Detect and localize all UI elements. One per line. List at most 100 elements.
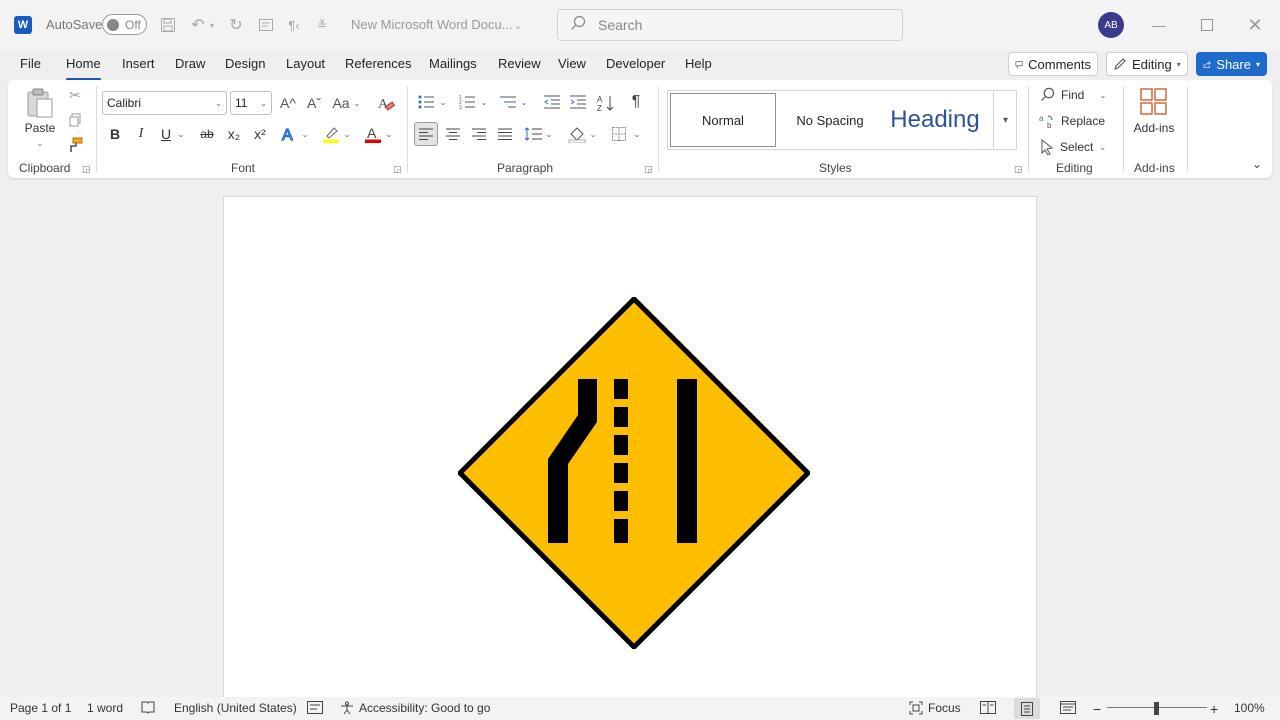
find-button[interactable]: Find: [1040, 87, 1084, 102]
superscript-icon[interactable]: x²: [251, 124, 269, 144]
save-icon[interactable]: [158, 14, 178, 36]
change-case-dropdown-icon[interactable]: ⌄: [352, 93, 362, 113]
increase-indent-icon[interactable]: [568, 92, 588, 112]
clipboard-launcher-icon[interactable]: ◲: [82, 164, 91, 175]
user-avatar[interactable]: AB: [1098, 12, 1124, 38]
style-normal[interactable]: Normal: [670, 93, 776, 147]
document-page[interactable]: [223, 196, 1037, 700]
undo-icon[interactable]: ↶: [188, 14, 208, 36]
strikethrough-icon[interactable]: ab: [198, 124, 216, 144]
read-mode-icon[interactable]: [980, 701, 996, 714]
comments-button[interactable]: Comments: [1008, 52, 1098, 76]
tab-view[interactable]: View: [558, 56, 586, 71]
italic-icon[interactable]: I: [133, 124, 149, 144]
style-heading[interactable]: Heading: [882, 93, 988, 147]
language-indicator[interactable]: English (United States): [174, 701, 297, 715]
search-box[interactable]: [557, 9, 903, 41]
web-layout-icon[interactable]: [1060, 701, 1076, 714]
print-preview-icon[interactable]: [256, 14, 276, 36]
shrink-font-icon[interactable]: Aˇ: [304, 93, 324, 113]
tab-help[interactable]: Help: [685, 56, 712, 71]
align-right-icon[interactable]: [468, 123, 490, 145]
multilevel-dropdown-icon[interactable]: ⌄: [519, 92, 529, 112]
paste-dropdown-icon[interactable]: ⌄: [32, 137, 48, 149]
customize-toolbar-icon[interactable]: ≚: [312, 14, 332, 36]
underline-dropdown-icon[interactable]: ⌄: [176, 124, 186, 144]
justify-icon[interactable]: [494, 123, 516, 145]
tab-home[interactable]: Home: [66, 56, 101, 81]
numbering-dropdown-icon[interactable]: ⌄: [479, 92, 489, 112]
text-effects-dropdown-icon[interactable]: ⌄: [300, 124, 310, 144]
highlight-dropdown-icon[interactable]: ⌄: [342, 124, 352, 144]
align-left-icon[interactable]: [414, 122, 438, 146]
predictions-icon[interactable]: [307, 701, 323, 714]
close-icon[interactable]: ✕: [1240, 10, 1270, 40]
tab-mailings[interactable]: Mailings: [429, 56, 477, 71]
tab-file[interactable]: File: [20, 56, 41, 71]
shading-icon[interactable]: [566, 123, 588, 145]
decrease-indent-icon[interactable]: [542, 92, 562, 112]
subscript-icon[interactable]: x₂: [225, 124, 243, 144]
collapse-ribbon-icon[interactable]: ⌄: [1248, 156, 1266, 172]
lane-ends-warning-sign-image[interactable]: [458, 297, 810, 649]
underline-icon[interactable]: U: [158, 124, 174, 144]
font-size-select[interactable]: 11 ⌄: [230, 91, 272, 115]
tab-references[interactable]: References: [345, 56, 411, 71]
numbering-icon[interactable]: 123: [457, 92, 477, 112]
document-title[interactable]: New Microsoft Word Docu...: [351, 17, 513, 32]
title-chevron-down-icon[interactable]: ⌄: [508, 14, 528, 36]
autosave-toggle[interactable]: Off: [102, 14, 147, 35]
bullets-dropdown-icon[interactable]: ⌄: [438, 92, 448, 112]
tab-insert[interactable]: Insert: [122, 56, 155, 71]
tab-developer[interactable]: Developer: [606, 56, 665, 71]
word-count[interactable]: 1 word: [87, 701, 123, 715]
zoom-level[interactable]: 100%: [1234, 701, 1265, 715]
grow-font-icon[interactable]: A^: [278, 93, 298, 113]
print-layout-icon[interactable]: [1014, 698, 1040, 719]
styles-launcher-icon[interactable]: ◲: [1014, 164, 1023, 175]
paragraph-launcher-icon[interactable]: ◲: [644, 164, 653, 175]
replace-button[interactable]: ab Replace: [1039, 113, 1105, 129]
font-name-select[interactable]: Calibri ⌄: [102, 91, 227, 115]
sort-icon[interactable]: AZ: [596, 92, 616, 114]
tab-layout[interactable]: Layout: [286, 56, 325, 71]
show-hide-formatting-icon[interactable]: ¶: [626, 92, 646, 112]
tab-review[interactable]: Review: [498, 56, 541, 71]
font-launcher-icon[interactable]: ◲: [393, 164, 402, 175]
search-input[interactable]: [598, 17, 878, 33]
highlight-icon[interactable]: [320, 123, 342, 145]
borders-dropdown-icon[interactable]: ⌄: [632, 124, 642, 144]
page-count[interactable]: Page 1 of 1: [10, 701, 71, 715]
accessibility-status[interactable]: Accessibility: Good to go: [340, 701, 490, 715]
text-effects-icon[interactable]: A: [278, 123, 300, 145]
zoom-in-icon[interactable]: +: [1210, 701, 1218, 717]
add-ins-button-label[interactable]: Add-ins: [1130, 119, 1178, 137]
maximize-icon[interactable]: [1192, 10, 1222, 40]
cut-icon[interactable]: ✂: [66, 86, 84, 104]
select-button[interactable]: Select ⌄: [1040, 139, 1106, 155]
clear-formatting-icon[interactable]: A: [375, 92, 397, 114]
add-ins-icon[interactable]: [1139, 87, 1169, 117]
style-no-spacing[interactable]: No Spacing: [780, 93, 880, 147]
line-spacing-dropdown-icon[interactable]: ⌄: [544, 124, 554, 144]
styles-more-icon[interactable]: ▾: [993, 90, 1017, 150]
bullets-icon[interactable]: [416, 92, 436, 112]
multilevel-list-icon[interactable]: [498, 92, 518, 112]
minimize-icon[interactable]: —: [1144, 10, 1174, 40]
share-button[interactable]: Share ▾: [1196, 52, 1267, 76]
focus-button[interactable]: Focus: [909, 701, 961, 715]
tab-design[interactable]: Design: [225, 56, 265, 71]
copy-icon[interactable]: [66, 111, 84, 129]
redo-icon[interactable]: ↻: [226, 14, 246, 36]
font-color-dropdown-icon[interactable]: ⌄: [384, 124, 394, 144]
line-spacing-icon[interactable]: [522, 123, 544, 145]
editing-mode-button[interactable]: Editing ▾: [1106, 52, 1188, 76]
change-case-icon[interactable]: Aa: [330, 93, 352, 113]
zoom-slider-thumb[interactable]: [1154, 702, 1159, 715]
font-color-icon[interactable]: A: [362, 123, 384, 145]
proofing-icon[interactable]: [141, 701, 155, 714]
show-formatting-icon[interactable]: ¶‹: [284, 14, 304, 36]
tab-draw[interactable]: Draw: [175, 56, 205, 71]
shading-dropdown-icon[interactable]: ⌄: [588, 124, 598, 144]
format-painter-icon[interactable]: [66, 136, 84, 154]
